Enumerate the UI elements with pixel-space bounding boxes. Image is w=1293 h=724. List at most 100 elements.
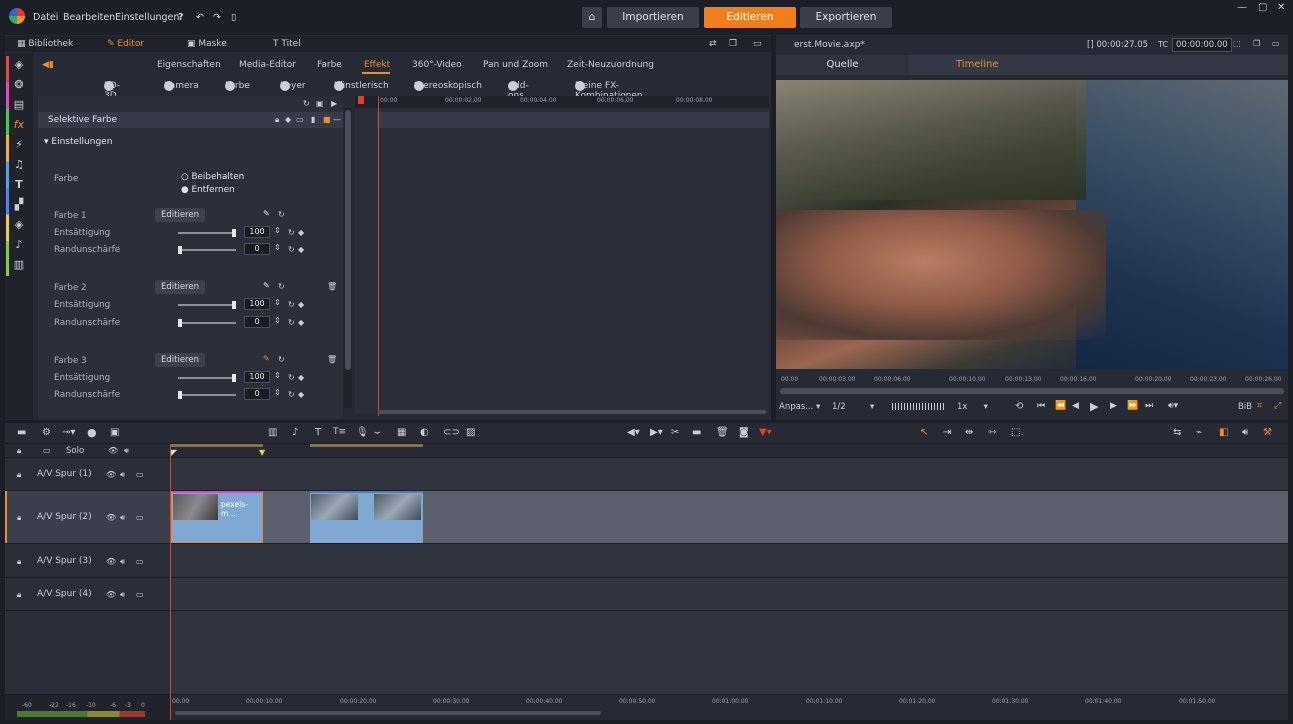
farbe-2-edit-button[interactable]: Editieren: [155, 280, 205, 294]
ripple-icon[interactable]: ⇆: [1173, 427, 1181, 438]
crop-icon[interactable]: ▤: [13, 99, 25, 111]
slider-knob[interactable]: [178, 319, 182, 327]
keyframe-icon[interactable]: ◆: [285, 115, 291, 124]
tab-titel[interactable]: T Titel: [273, 39, 301, 49]
speaker-icon[interactable]: 🔊︎: [120, 590, 125, 600]
scrollbar-thumb[interactable]: [345, 110, 351, 370]
menu-bearbeiten[interactable]: Bearbeiten: [63, 12, 115, 23]
tab-timeline[interactable]: Timeline: [909, 55, 1288, 75]
collapse-icon[interactable]: —: [333, 115, 341, 124]
keyframe-icon[interactable]: ◆: [298, 390, 304, 399]
reset-icon[interactable]: ↻: [288, 390, 295, 399]
effect-icon[interactable]: ◀▮: [42, 60, 54, 70]
reset-icon[interactable]: ↻: [278, 210, 285, 219]
transition-icon[interactable]: ⚡: [13, 139, 25, 151]
reset-icon[interactable]: ↻: [288, 228, 295, 237]
eye-icon[interactable]: 👁︎: [106, 470, 116, 479]
split-icon[interactable]: ✂: [671, 427, 679, 438]
tab-editor[interactable]: ✎ Editor: [107, 39, 144, 49]
lock-icon[interactable]: 🔒︎: [17, 557, 21, 567]
mic-icon[interactable]: 🎙︎: [356, 427, 369, 438]
radio-beibehalten[interactable]: ○ Beibehalten: [181, 172, 244, 182]
tab-quelle[interactable]: Quelle: [776, 55, 909, 75]
trash-icon[interactable]: 🗑︎: [327, 355, 337, 364]
range-bar[interactable]: [310, 444, 423, 447]
smart-mode-icon[interactable]: ◧: [1219, 427, 1228, 438]
spinner-arrows-icon[interactable]: ⇕: [274, 226, 281, 235]
reset-icon[interactable]: ↻: [303, 99, 310, 108]
cut-icon[interactable]: ▬: [692, 427, 701, 438]
step-forward-icon[interactable]: ▶: [1110, 401, 1117, 411]
keyframe-icon[interactable]: ◆: [298, 318, 304, 327]
eyedropper-icon[interactable]: ✎: [263, 354, 270, 363]
eyedropper-icon[interactable]: ✎: [263, 209, 270, 218]
lock-icon[interactable]: 🔒︎: [17, 470, 21, 480]
randunschaerfe-2-slider[interactable]: [178, 319, 236, 327]
speaker-icon[interactable]: 🔊︎: [120, 470, 125, 480]
randunschaerfe-1-input[interactable]: 0: [244, 243, 270, 255]
lane-3[interactable]: [171, 544, 1288, 577]
spinner-arrows-icon[interactable]: ⇕: [274, 316, 281, 325]
timeline-playhead[interactable]: [170, 444, 171, 720]
tab-maske[interactable]: ▣ Maske: [187, 39, 227, 49]
reset-icon[interactable]: ↻: [278, 355, 285, 364]
fx-icon[interactable]: fx: [13, 119, 25, 131]
spinner-arrows-icon[interactable]: ⇕: [274, 298, 281, 307]
randunschaerfe-3-slider[interactable]: [178, 391, 236, 399]
audio-scrub-icon[interactable]: 🔊︎: [1242, 427, 1248, 438]
lock-icon[interactable]: 🔒︎: [17, 590, 21, 600]
eye-icon[interactable]: 👁︎: [106, 513, 116, 522]
tab-effekt[interactable]: Effekt: [364, 60, 390, 70]
keyframe-icon[interactable]: ◆: [298, 300, 304, 309]
document-icon[interactable]: ▯: [231, 12, 236, 23]
menu-datei[interactable]: Datei: [33, 12, 58, 23]
step-back-icon[interactable]: ◀: [1072, 401, 1079, 411]
link-icon[interactable]: ⊂⊃: [443, 427, 460, 438]
entsaettigung-2-input[interactable]: 100: [244, 298, 270, 310]
fullscreen-icon[interactable]: ⤢: [1274, 401, 1281, 411]
section-einstellungen[interactable]: ▾ Einstellungen: [44, 137, 112, 147]
monitor-icon[interactable]: ▭: [136, 470, 144, 479]
menu-einstellungen[interactable]: Einstellungen: [115, 12, 179, 23]
marker-red-icon[interactable]: ▼▾: [759, 427, 772, 438]
range-bar[interactable]: [171, 444, 263, 447]
audio-icon[interactable]: ♪: [13, 239, 25, 251]
quality-dropdown[interactable]: 1/2 ▾: [832, 402, 874, 412]
home-button[interactable]: ⌂: [582, 7, 602, 28]
spinner-arrows-icon[interactable]: ⇕: [274, 243, 281, 252]
entsaettigung-1-slider[interactable]: [178, 229, 236, 237]
transition-icon[interactable]: ⌣: [374, 427, 381, 438]
monitor-icon[interactable]: ▭: [43, 446, 51, 455]
monitor-icon[interactable]: ▭: [136, 590, 144, 599]
snapshot-icon[interactable]: ◙: [739, 427, 749, 438]
randunschaerfe-2-input[interactable]: 0: [244, 316, 270, 328]
eye-icon[interactable]: 👁︎: [106, 557, 116, 566]
keyframe-icon[interactable]: ◆: [298, 373, 304, 382]
monitor-icon[interactable]: ▭: [136, 557, 144, 566]
randunschaerfe-1-slider[interactable]: [178, 246, 236, 254]
keyframe-icon[interactable]: ◆: [298, 245, 304, 254]
speaker-icon[interactable]: 🔊︎: [120, 513, 125, 523]
editieren-button[interactable]: Editieren: [704, 7, 796, 28]
copy-icon[interactable]: ❐: [1253, 39, 1260, 48]
minimize-icon[interactable]: —: [1237, 2, 1247, 13]
speaker-icon[interactable]: 🔊︎: [120, 557, 125, 567]
bib-button[interactable]: BiB: [1238, 402, 1252, 412]
solo-label[interactable]: Solo: [66, 446, 84, 456]
undo-icon[interactable]: ↶: [196, 12, 204, 23]
randunschaerfe-3-input[interactable]: 0: [244, 388, 270, 400]
image-icon[interactable]: ▨: [466, 427, 475, 438]
entsaettigung-3-slider[interactable]: [178, 374, 236, 382]
tab-media-editor[interactable]: Media-Editor: [239, 60, 296, 70]
color-square-icon[interactable]: ■: [323, 115, 331, 124]
reset-icon[interactable]: ↻: [278, 282, 285, 291]
spinner-arrows-icon[interactable]: ⇕: [274, 371, 281, 380]
zoom-dropdown-icon[interactable]: ⊸▾: [62, 427, 75, 438]
marker-dropdown-icon[interactable]: ◀▾: [627, 427, 640, 438]
kf-scrollbar[interactable]: [378, 410, 766, 414]
kf-playhead-marker[interactable]: [358, 96, 364, 104]
slider-knob[interactable]: [232, 374, 236, 382]
reset-icon[interactable]: ↻: [288, 373, 295, 382]
overlay-icon[interactable]: ▞: [13, 199, 25, 211]
lock-icon[interactable]: 🔒︎: [275, 115, 279, 125]
